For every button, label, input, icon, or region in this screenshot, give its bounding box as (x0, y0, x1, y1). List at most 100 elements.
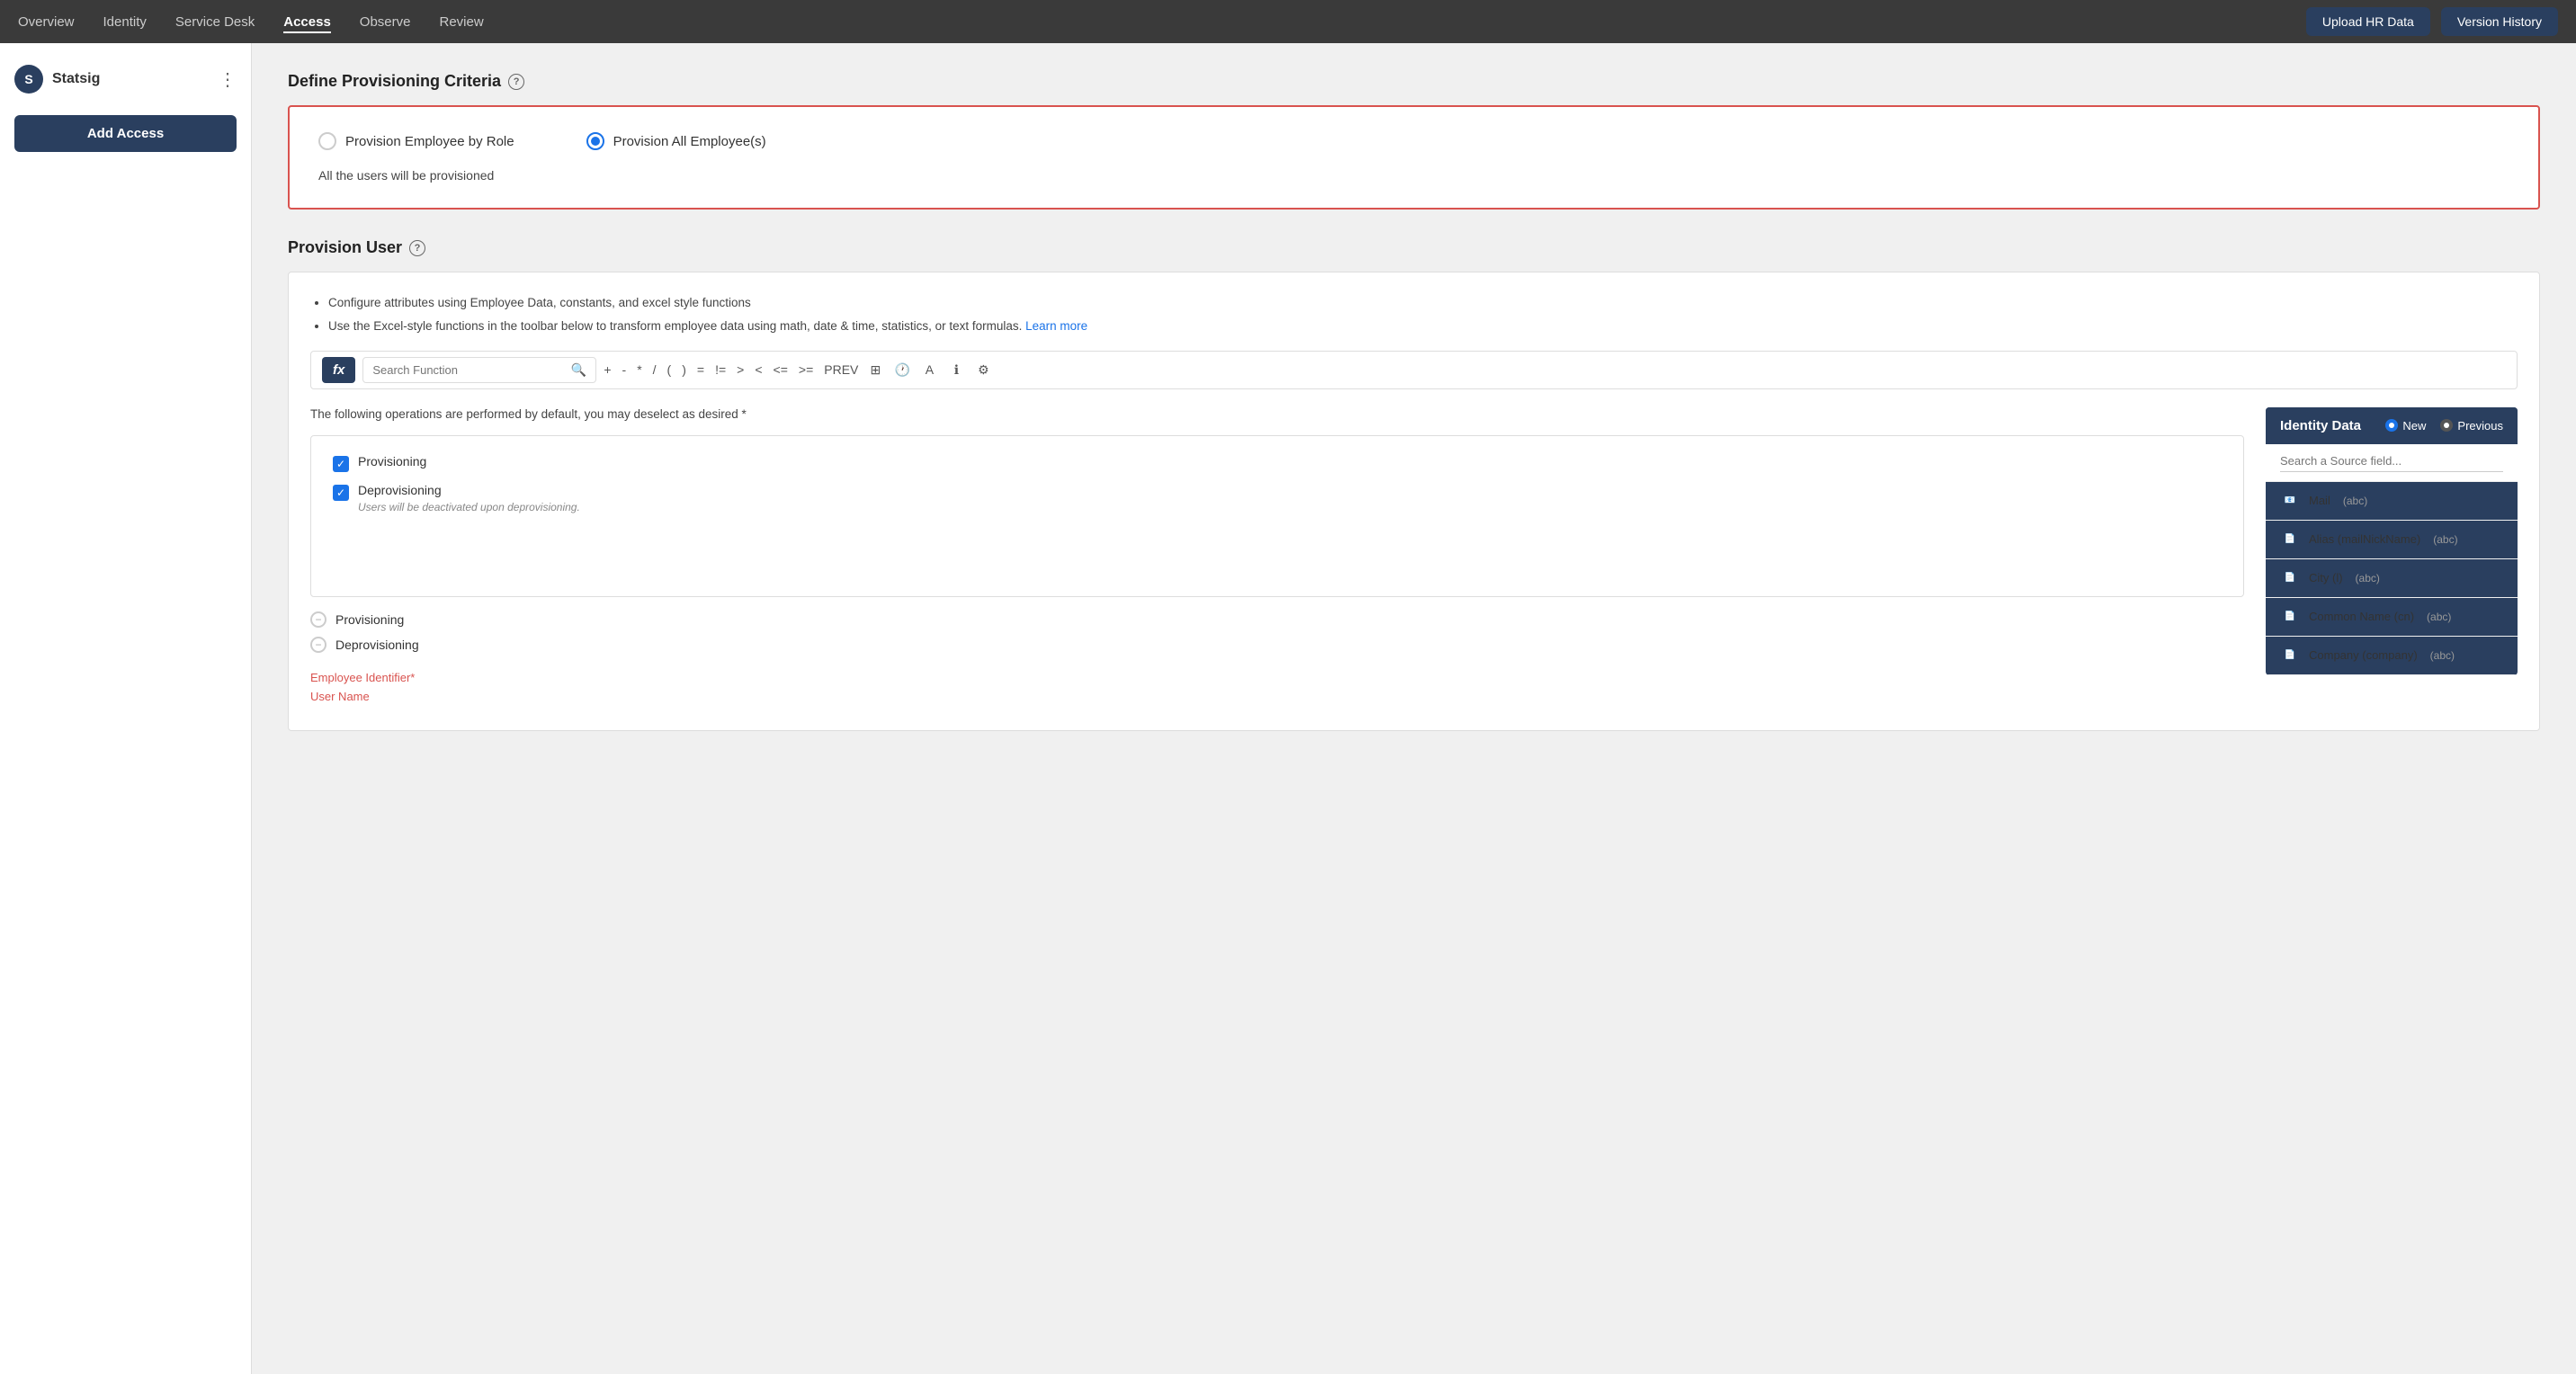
provision-user-box: Configure attributes using Employee Data… (288, 272, 2540, 731)
field-icon-city: 📄 (2280, 568, 2300, 588)
main-layout: S Statsig ⋮ Add Access Define Provisioni… (0, 43, 2576, 1374)
provision-all-label: Provision All Employee(s) (613, 134, 766, 149)
operations-layout: The following operations are performed b… (310, 407, 2518, 709)
nav-review[interactable]: Review (440, 11, 484, 33)
previous-radio-option[interactable]: Previous (2440, 419, 2503, 433)
version-history-button[interactable]: Version History (2441, 7, 2558, 36)
provision-all-radio[interactable] (586, 132, 604, 150)
nav-service-desk[interactable]: Service Desk (175, 11, 255, 33)
op-minus[interactable]: - (622, 362, 627, 377)
deprovisioning-sub: Users will be deactivated upon deprovisi… (358, 501, 580, 513)
identity-field-alias[interactable]: 📄 Alias (mailNickName) (abc) (2266, 521, 2518, 559)
criteria-box: Provision Employee by Role Provision All… (288, 105, 2540, 210)
field-icon-mail: 📧 (2280, 491, 2300, 511)
identity-field-company[interactable]: 📄 Company (company) (abc) (2266, 637, 2518, 675)
logo-icon: S (14, 65, 43, 94)
identity-panel: Identity Data New Previous (2266, 407, 2518, 675)
learn-more-link[interactable]: Learn more (1025, 319, 1087, 333)
identity-field-common-name[interactable]: 📄 Common Name (cn) (abc) (2266, 598, 2518, 637)
provisioning-label: Provisioning (358, 454, 426, 468)
op-prev[interactable]: PREV (824, 362, 858, 377)
ops-checkboxes-box: Provisioning Deprovisioning Users will b… (310, 435, 2244, 597)
new-radio-circle[interactable] (2385, 419, 2398, 432)
deprovisioning-label: Deprovisioning (358, 483, 580, 497)
settings-icon[interactable]: ⚙ (973, 360, 993, 379)
employee-id-section: Employee Identifier* User Name (310, 671, 2244, 703)
identity-fields-list: 📧 Mail (abc) 📄 Alias (mailNickName) (abc… (2266, 482, 2518, 675)
bullet-2-text: Use the Excel-style functions in the too… (328, 319, 1022, 333)
field-type-alias: (abc) (2433, 533, 2457, 546)
provisioning-label-group: Provisioning (358, 454, 426, 468)
provision-all-employees-option[interactable]: Provision All Employee(s) (586, 132, 766, 150)
identity-panel-header: Identity Data New Previous (2266, 407, 2518, 444)
op-close-paren[interactable]: ) (682, 362, 686, 377)
field-icon-company: 📄 (2280, 646, 2300, 665)
criteria-section-title: Define Provisioning Criteria ? (288, 72, 2540, 91)
radio-row: Provision Employee by Role Provision All… (318, 132, 2509, 150)
nav-access[interactable]: Access (283, 11, 331, 33)
op-plus[interactable]: + (604, 362, 611, 377)
identity-field-city[interactable]: 📄 City (l) (abc) (2266, 559, 2518, 598)
new-radio-option[interactable]: New (2385, 419, 2426, 433)
previous-radio-circle[interactable] (2440, 419, 2453, 432)
op-less[interactable]: < (755, 362, 762, 377)
provision-user-section-title: Provision User ? (288, 238, 2540, 257)
add-access-button[interactable]: Add Access (14, 115, 237, 152)
search-function-box: 🔍 (362, 357, 596, 383)
employee-id-label: Employee Identifier* (310, 671, 2244, 684)
circle-deprovisioning-row: − Deprovisioning (310, 637, 2244, 653)
field-type-mail: (abc) (2343, 495, 2367, 507)
nav-actions: Upload HR Data Version History (2306, 7, 2558, 36)
field-type-city: (abc) (2356, 572, 2380, 584)
identity-search-input[interactable] (2280, 454, 2503, 472)
ops-main: The following operations are performed b… (310, 407, 2244, 709)
nav-overview[interactable]: Overview (18, 11, 75, 33)
field-name-alias: Alias (mailNickName) (2309, 532, 2420, 546)
criteria-help-icon[interactable]: ? (508, 74, 524, 90)
field-type-common-name: (abc) (2427, 611, 2451, 623)
deprovisioning-checkbox[interactable] (333, 485, 349, 501)
text-icon[interactable]: A (919, 360, 939, 379)
op-divide[interactable]: / (653, 362, 657, 377)
search-function-input[interactable] (372, 363, 566, 377)
op-not-equals[interactable]: != (715, 362, 726, 377)
provisioning-checkbox[interactable] (333, 456, 349, 472)
field-type-company: (abc) (2430, 649, 2455, 662)
op-greater[interactable]: > (737, 362, 744, 377)
identity-field-mail[interactable]: 📧 Mail (abc) (2266, 482, 2518, 521)
nav-identity[interactable]: Identity (103, 11, 147, 33)
op-gte[interactable]: >= (799, 362, 813, 377)
field-name-city: City (l) (2309, 571, 2343, 584)
provision-by-role-radio[interactable] (318, 132, 336, 150)
deprovisioning-checkbox-row: Deprovisioning Users will be deactivated… (333, 483, 2222, 513)
field-name-common-name: Common Name (cn) (2309, 610, 2414, 623)
nav-observe[interactable]: Observe (360, 11, 411, 33)
sidebar: S Statsig ⋮ Add Access (0, 43, 252, 1374)
circle-provisioning-icon: − (310, 611, 326, 628)
provision-by-role-option[interactable]: Provision Employee by Role (318, 132, 514, 150)
op-open-paren[interactable]: ( (667, 362, 672, 377)
provision-user-title-text: Provision User (288, 238, 402, 257)
identity-search-box (2266, 444, 2518, 482)
criteria-title-text: Define Provisioning Criteria (288, 72, 501, 91)
employee-id-label-text: Employee Identifier* (310, 671, 415, 684)
previous-radio-label: Previous (2457, 419, 2503, 433)
info-icon[interactable]: ℹ (946, 360, 966, 379)
field-icon-common-name: 📄 (2280, 607, 2300, 627)
app-name: Statsig (52, 71, 100, 87)
op-lte[interactable]: <= (774, 362, 788, 377)
provision-user-help-icon[interactable]: ? (409, 240, 425, 256)
upload-hr-data-button[interactable]: Upload HR Data (2306, 7, 2430, 36)
bullet-2: Use the Excel-style functions in the too… (328, 317, 2518, 335)
circle-deprovisioning-label: Deprovisioning (335, 638, 419, 652)
op-multiply[interactable]: * (637, 362, 641, 377)
field-name-company: Company (company) (2309, 648, 2418, 662)
sidebar-menu-dots[interactable]: ⋮ (219, 68, 237, 91)
clock-icon[interactable]: 🕐 (892, 360, 912, 379)
user-name-label: User Name (310, 690, 2244, 703)
provision-note: All the users will be provisioned (318, 168, 2509, 183)
nav-items: Overview Identity Service Desk Access Ob… (18, 11, 2306, 33)
op-equals[interactable]: = (697, 362, 704, 377)
grid-icon[interactable]: ⊞ (865, 360, 885, 379)
identity-radio-group: New Previous (2385, 419, 2503, 433)
